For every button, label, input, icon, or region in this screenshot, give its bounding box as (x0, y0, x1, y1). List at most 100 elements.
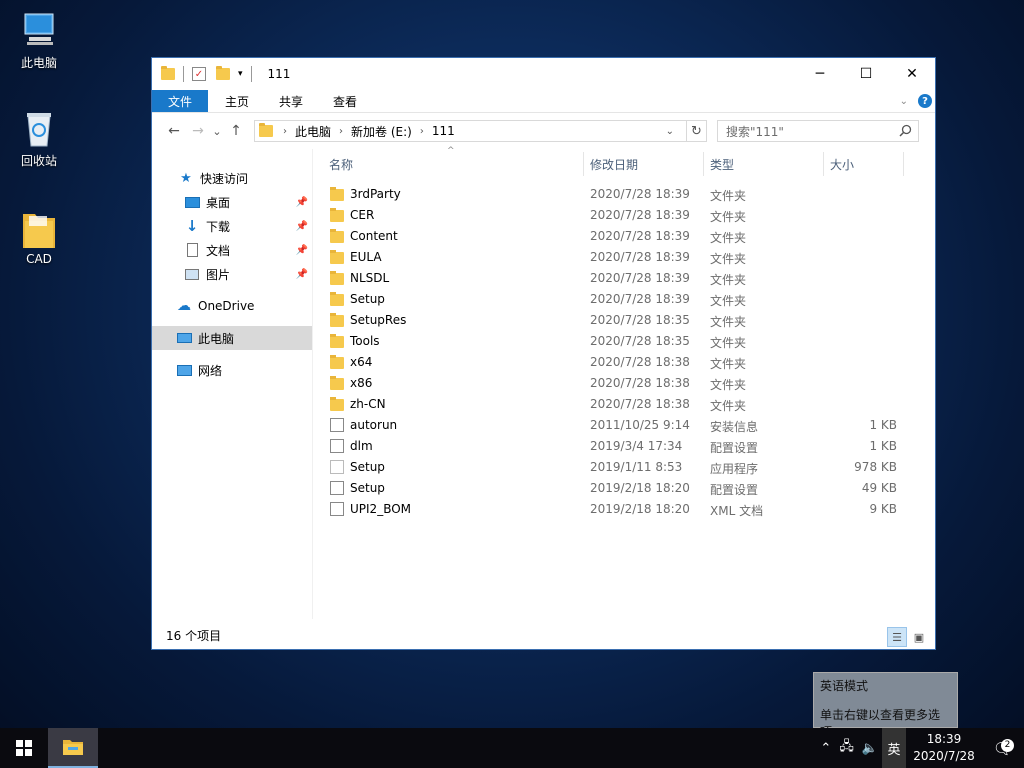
ime-tooltip: 英语模式 单击右键以查看更多选项 (813, 672, 958, 739)
table-row[interactable]: autorun 2011/10/25 9:14 安装信息 1 KB (322, 415, 922, 436)
tab-home[interactable]: 主页 (210, 90, 264, 112)
notification-count-badge: 2 (1001, 738, 1014, 752)
file-modified: 2019/2/18 18:20 (590, 502, 690, 516)
customize-toolbar-icon[interactable]: ▾ (238, 69, 243, 79)
new-folder-icon[interactable] (216, 66, 230, 80)
settings-file-icon (330, 439, 344, 453)
minimize-button[interactable]: ─ (797, 58, 843, 90)
table-row[interactable]: Setup 2019/1/11 8:53 应用程序 978 KB (322, 457, 922, 478)
file-type: 应用程序 (710, 462, 759, 476)
breadcrumb-drive[interactable]: 新加卷 (E:) (351, 123, 412, 140)
title-bar: ✓ ▾ 111 ─ ☐ ✕ (152, 58, 935, 90)
autodesk-app-icon (330, 460, 344, 474)
details-view-button[interactable]: ☰ (887, 627, 907, 647)
sidebar-item-desktop[interactable]: 桌面 📌 (152, 190, 312, 214)
pin-icon: 📌 (295, 196, 308, 208)
ime-indicator[interactable]: 英 (882, 728, 906, 768)
desktop-icon-this-pc[interactable]: 此电脑 (8, 10, 70, 71)
file-modified: 2019/1/11 8:53 (590, 460, 683, 474)
chevron-up-icon[interactable]: ⌃ (816, 741, 835, 756)
sidebar-item-downloads[interactable]: ↓ 下载 📌 (152, 214, 312, 238)
file-modified: 2019/3/4 17:34 (590, 439, 683, 453)
file-name: NLSDL (350, 271, 390, 285)
tab-file[interactable]: 文件 (152, 90, 209, 112)
start-button[interactable] (0, 728, 48, 768)
column-header-size[interactable]: 大小 (830, 156, 854, 173)
breadcrumb-folder[interactable]: 111 (432, 124, 455, 138)
desktop-icon-label: CAD (26, 252, 52, 266)
clock[interactable]: 18:39 2020/7/28 (906, 731, 982, 765)
breadcrumb-this-pc[interactable]: 此电脑 (295, 123, 331, 140)
divider (250, 66, 252, 82)
sidebar-item-network[interactable]: 网络 (152, 358, 312, 382)
table-row[interactable]: x86 2020/7/28 18:38 文件夹 (322, 373, 922, 394)
folder-icon (330, 229, 344, 243)
volume-icon[interactable]: 🔈 (858, 741, 882, 756)
address-bar[interactable]: › 此电脑 › 新加卷 (E:) › 111 ⌄ (254, 120, 687, 142)
back-button[interactable]: ← (162, 123, 186, 139)
desktop-icon-label: 回收站 (20, 154, 57, 168)
file-name: x86 (350, 376, 373, 390)
sidebar-item-documents[interactable]: 文档 📌 (152, 238, 312, 262)
table-row[interactable]: 3rdParty 2020/7/28 18:39 文件夹 (322, 184, 922, 205)
table-row[interactable]: zh-CN 2020/7/28 18:38 文件夹 (322, 394, 922, 415)
table-row[interactable]: UPI2_BOM 2019/2/18 18:20 XML 文档 9 KB (322, 499, 922, 520)
table-row[interactable]: Setup 2020/7/28 18:39 文件夹 (322, 289, 922, 310)
details-view-icon: ☰ (892, 630, 902, 644)
table-row[interactable]: Setup 2019/2/18 18:20 配置设置 49 KB (322, 478, 922, 499)
column-header-type[interactable]: 类型 (710, 156, 734, 173)
desktop-icon-recycle-bin[interactable]: 回收站 (8, 108, 70, 169)
taskbar-file-explorer[interactable] (48, 728, 98, 768)
folder-icon (330, 271, 344, 285)
table-row[interactable]: SetupRes 2020/7/28 18:35 文件夹 (322, 310, 922, 331)
table-row[interactable]: x64 2020/7/28 18:38 文件夹 (322, 352, 922, 373)
chevron-down-icon[interactable]: ⌄ (666, 126, 674, 137)
forward-button[interactable]: → (186, 123, 210, 139)
file-modified: 2020/7/28 18:35 (590, 334, 690, 348)
table-row[interactable]: Content 2020/7/28 18:39 文件夹 (322, 226, 922, 247)
properties-icon[interactable]: ✓ (192, 67, 206, 81)
file-modified: 2020/7/28 18:39 (590, 187, 690, 201)
divider (703, 152, 704, 176)
up-button[interactable]: ↑ (224, 123, 248, 139)
clock-date: 2020/7/28 (913, 749, 975, 763)
sidebar-item-label: 图片 (206, 267, 231, 282)
file-type: 文件夹 (710, 231, 747, 245)
divider (903, 152, 904, 176)
table-row[interactable]: NLSDL 2020/7/28 18:39 文件夹 (322, 268, 922, 289)
large-icons-view-icon: ▣ (913, 630, 925, 644)
maximize-button[interactable]: ☐ (843, 58, 889, 90)
refresh-button[interactable]: ↻ (687, 120, 707, 142)
table-row[interactable]: CER 2020/7/28 18:39 文件夹 (322, 205, 922, 226)
star-icon: ★ (180, 170, 192, 186)
network-status-icon[interactable]: 🖧 (835, 737, 858, 759)
table-row[interactable]: dlm 2019/3/4 17:34 配置设置 1 KB (322, 436, 922, 457)
table-row[interactable]: Tools 2020/7/28 18:35 文件夹 (322, 331, 922, 352)
search-input[interactable]: 搜索"111" (717, 120, 919, 142)
sidebar-item-this-pc[interactable]: 此电脑 (152, 326, 312, 350)
tab-view[interactable]: 查看 (318, 90, 372, 112)
expand-ribbon-icon[interactable]: ⌄ (900, 96, 908, 107)
file-name: Setup (350, 460, 385, 474)
column-header-modified[interactable]: 修改日期 (590, 156, 638, 173)
help-icon[interactable]: ? (918, 94, 932, 108)
tab-share[interactable]: 共享 (264, 90, 318, 112)
close-button[interactable]: ✕ (889, 58, 935, 90)
desktop-icon (184, 195, 200, 209)
file-size: 1 KB (869, 418, 897, 432)
file-modified: 2020/7/28 18:35 (590, 313, 690, 327)
file-type: 文件夹 (710, 315, 747, 329)
sidebar-item-onedrive[interactable]: ☁ OneDrive (152, 294, 312, 318)
table-row[interactable]: EULA 2020/7/28 18:39 文件夹 (322, 247, 922, 268)
sidebar-item-quick-access[interactable]: ★ 快速访问 (152, 166, 312, 190)
column-header-name[interactable]: 名称 (329, 156, 353, 173)
settings-file-icon (330, 481, 344, 495)
file-name: x64 (350, 355, 373, 369)
recent-locations-button[interactable]: ⌄ (210, 125, 224, 138)
file-type: 文件夹 (710, 273, 747, 287)
desktop-icon-cad[interactable]: CAD (8, 208, 70, 266)
large-icons-view-button[interactable]: ▣ (909, 627, 929, 647)
file-type: 文件夹 (710, 252, 747, 266)
sidebar-item-pictures[interactable]: 图片 📌 (152, 262, 312, 286)
action-center-button[interactable]: 🗨 2 (982, 738, 1024, 758)
